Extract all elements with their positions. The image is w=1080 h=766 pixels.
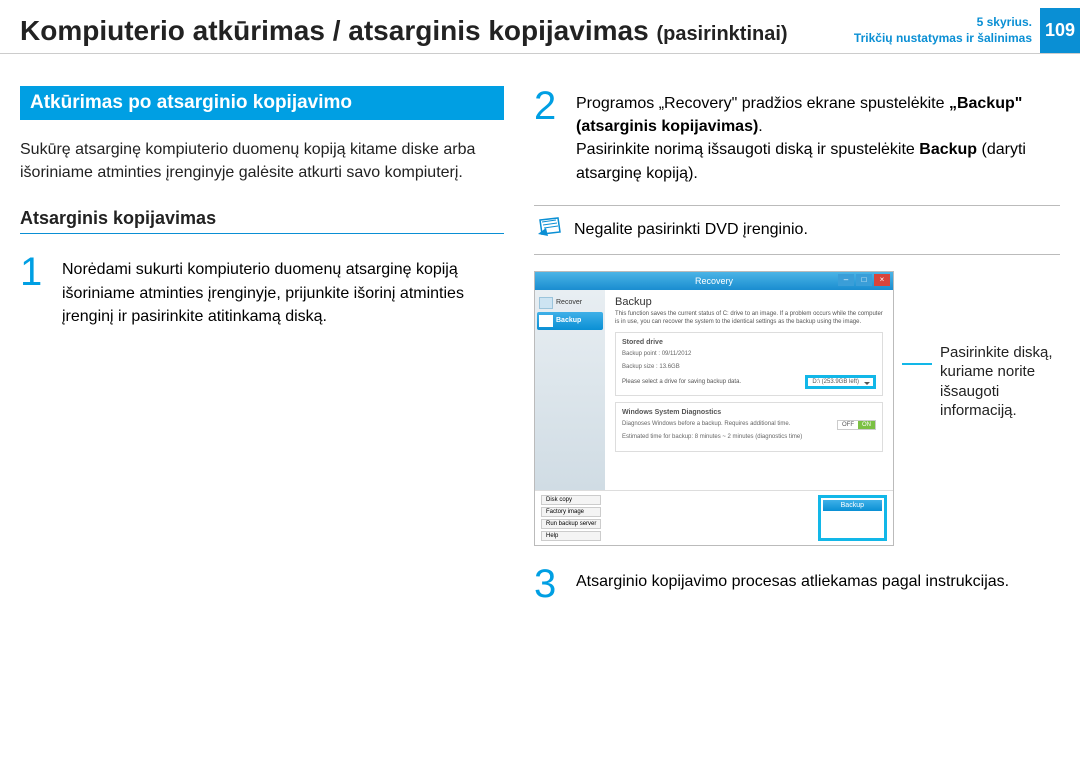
chapter-info: 5 skyrius. Trikčių nustatymas ir šalinim… (854, 15, 1032, 46)
window-controls: – □ × (838, 274, 890, 286)
backup-icon (539, 315, 553, 327)
diag-time: Estimated time for backup: 8 minutes ~ 2… (622, 433, 876, 441)
step2-bold-2: Backup (919, 141, 977, 158)
app-titlebar: Recovery – □ × (535, 272, 893, 290)
footer-left: Disk copy Factory image Run backup serve… (541, 495, 601, 541)
header-right: 5 skyrius. Trikčių nustatymas ir šalinim… (854, 8, 1080, 53)
toggle-on: ON (858, 421, 875, 429)
title-sub: (pasirinktinai) (656, 23, 787, 45)
factory-image-button[interactable]: Factory image (541, 507, 601, 517)
panel-title-stored: Stored drive (622, 339, 876, 346)
step2-part-a: Programos „Recovery" pradžios ekrane spu… (576, 95, 949, 112)
right-column: 2 Programos „Recovery" pradžios ekrane s… (534, 86, 1060, 624)
recovery-app-window: Recovery – □ × Recover (534, 271, 894, 546)
drive-select-label: Please select a drive for saving backup … (622, 379, 741, 385)
help-button[interactable]: Help (541, 531, 601, 541)
note-box: Negalite pasirinkti DVD įrenginio. (534, 205, 1060, 255)
panel-title-diag: Windows System Diagnostics (622, 409, 876, 416)
run-backup-server-button[interactable]: Run backup server (541, 519, 601, 529)
step-number-2: 2 (534, 86, 566, 185)
sidebar-recover-label: Recover (556, 299, 582, 306)
backup-button-highlight: Backup (818, 495, 887, 541)
callout-connector (902, 363, 932, 365)
step2-part-c: . (758, 118, 762, 135)
stored-drive-panel: Stored drive Backup point : 09/11/2012 B… (615, 332, 883, 396)
sidebar-backup-label: Backup (556, 317, 581, 324)
sidebar-item-backup[interactable]: Backup (537, 312, 603, 330)
chapter-line-1: 5 skyrius. (854, 15, 1032, 31)
subheading: Atsarginis kopijavimas (20, 208, 504, 234)
minimize-button[interactable]: – (838, 274, 854, 286)
note-icon (538, 216, 564, 244)
app-title: Recovery (695, 276, 733, 286)
drive-row: Please select a drive for saving backup … (622, 375, 876, 389)
page-number: 109 (1040, 8, 1080, 53)
app-sidebar: Recover Backup (535, 290, 605, 490)
callout-text: Pasirinkite diską, kuriame norite išsaug… (940, 343, 1060, 421)
step-3-text: Atsarginio kopijavimo procesas atliekama… (576, 564, 1009, 604)
chapter-line-2: Trikčių nustatymas ir šalinimas (854, 31, 1032, 47)
step-number-3: 3 (534, 564, 566, 604)
title-main: Kompiuterio atkūrimas / atsarginis kopij… (20, 15, 649, 46)
step-3: 3 Atsarginio kopijavimo procesas atlieka… (534, 564, 1060, 604)
step-1: 1 Norėdami sukurti kompiuterio duomenų a… (20, 252, 504, 328)
disk-copy-button[interactable]: Disk copy (541, 495, 601, 505)
close-button[interactable]: × (874, 274, 890, 286)
step-1-text: Norėdami sukurti kompiuterio duomenų ats… (62, 252, 504, 328)
backup-size: Backup size : 13.6GB (622, 363, 876, 371)
maximize-button[interactable]: □ (856, 274, 872, 286)
step-number-1: 1 (20, 252, 52, 328)
drive-select-dropdown[interactable]: D:\ (253.9GB left) (805, 375, 876, 389)
recover-icon (539, 297, 553, 309)
section-heading: Atkūrimas po atsarginio kopijavimo (20, 86, 504, 120)
page-header: Kompiuterio atkūrimas / atsarginis kopij… (0, 0, 1080, 54)
intro-paragraph: Sukūrę atsarginę kompiuterio duomenų kop… (20, 138, 504, 184)
app-description: This function saves the current status o… (615, 311, 883, 327)
backup-point: Backup point : 09/11/2012 (622, 350, 876, 358)
backup-button[interactable]: Backup (823, 500, 882, 511)
app-main-title: Backup (615, 296, 883, 308)
step-2: 2 Programos „Recovery" pradžios ekrane s… (534, 86, 1060, 185)
app-main: Backup This function saves the current s… (605, 290, 893, 490)
page-title: Kompiuterio atkūrimas / atsarginis kopij… (20, 15, 788, 47)
left-column: Atkūrimas po atsarginio kopijavimo Sukūr… (20, 86, 504, 624)
sidebar-item-recover[interactable]: Recover (537, 294, 603, 312)
content: Atkūrimas po atsarginio kopijavimo Sukūr… (0, 54, 1080, 624)
step2-part-d: Pasirinkite norimą išsaugoti diską ir sp… (576, 141, 919, 158)
toggle-off: OFF (838, 421, 858, 429)
app-screenshot-wrap: Recovery – □ × Recover (534, 271, 1060, 546)
app-footer: Disk copy Factory image Run backup serve… (535, 490, 893, 545)
diagnostics-toggle[interactable]: OFF ON (837, 420, 876, 430)
note-text: Negalite pasirinkti DVD įrenginio. (574, 221, 808, 239)
step-2-text: Programos „Recovery" pradžios ekrane spu… (576, 86, 1060, 185)
diagnostics-panel: Windows System Diagnostics OFF ON Diagno… (615, 402, 883, 452)
app-body: Recover Backup Backup This function save… (535, 290, 893, 490)
